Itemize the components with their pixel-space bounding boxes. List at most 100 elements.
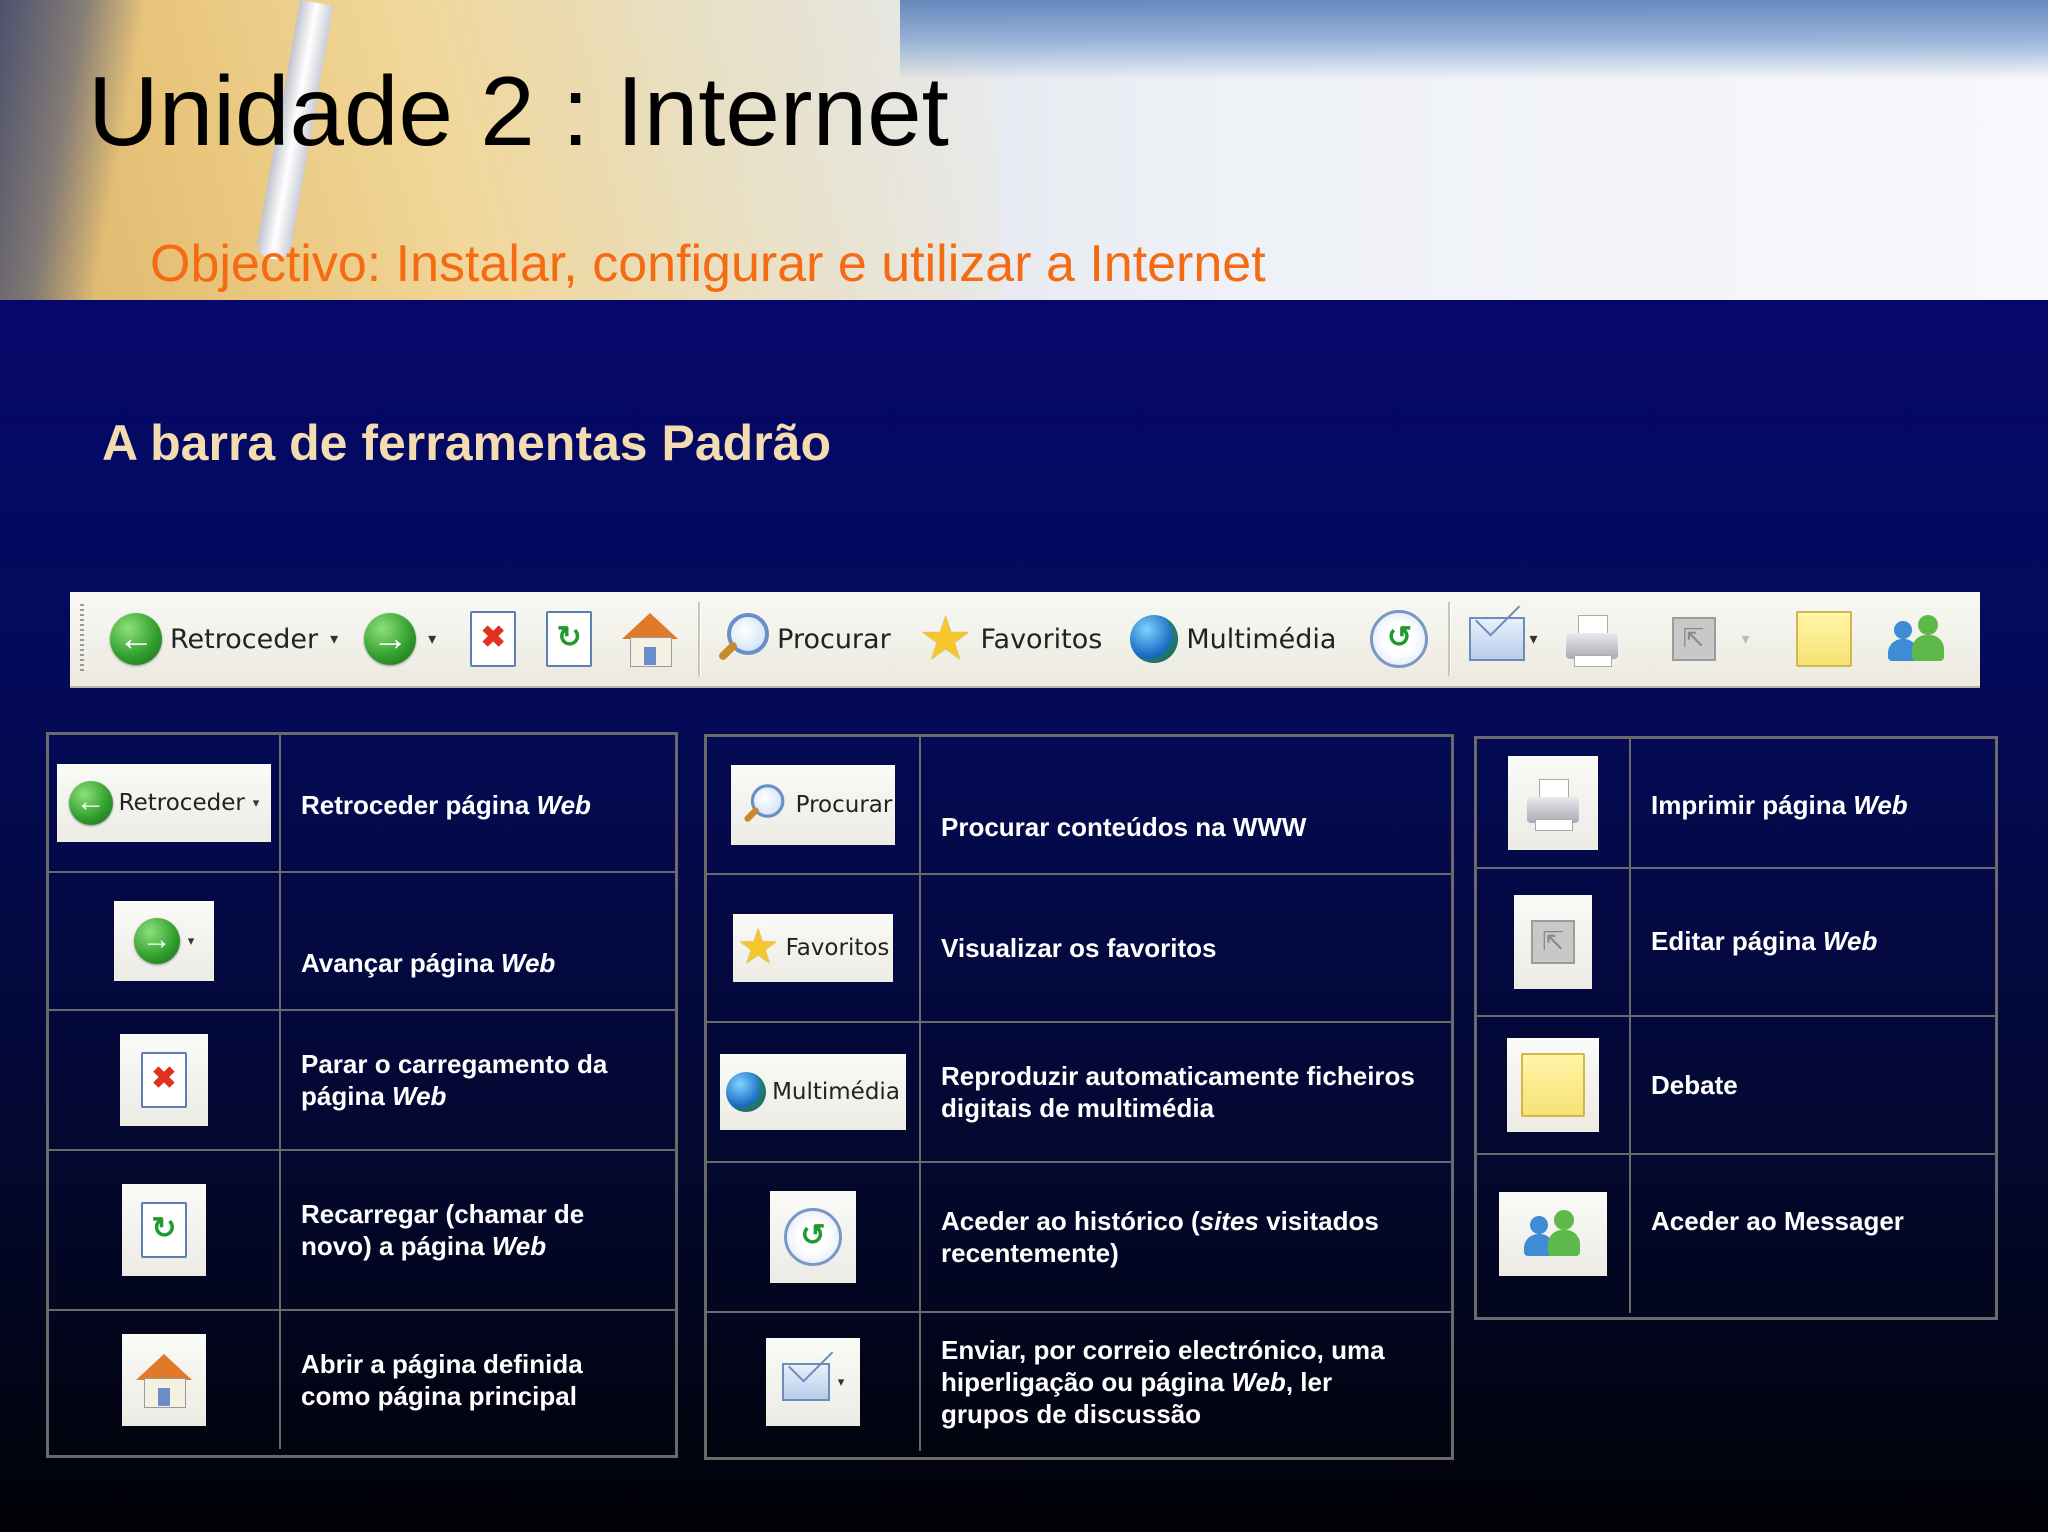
description-cell: Imprimir página Web — [1651, 790, 1908, 820]
back-button-image: ← Retroceder ▾ — [57, 764, 271, 842]
description-cell: Reproduzir automaticamente ficheiros dig… — [941, 1061, 1415, 1123]
chevron-down-icon[interactable]: ▾ — [1529, 629, 1537, 649]
slide-title: Unidade 2 : Internet — [88, 56, 949, 166]
table-tool-buttons: Procurar Procurar conteúdos na WWW ★ Fav… — [704, 734, 1454, 1460]
chevron-down-icon[interactable]: ▾ — [1742, 629, 1750, 649]
toolbar-favorites-label: Favoritos — [980, 623, 1103, 655]
table-row: Aceder ao Messager — [1477, 1155, 1995, 1313]
history-icon: ↺ — [1370, 610, 1429, 668]
icon-cell: Procurar — [707, 737, 921, 873]
icon-cell — [49, 1311, 281, 1449]
chevron-down-icon: ▾ — [187, 933, 195, 948]
table-row: ★ Favoritos Visualizar os favoritos — [707, 875, 1451, 1023]
search-button-label: Procurar — [795, 792, 893, 818]
forward-arrow-icon: → — [133, 918, 180, 964]
table-row: ← Retroceder ▾ Retroceder página Web — [49, 735, 675, 873]
description-cell: Aceder ao Messager — [1651, 1206, 1904, 1236]
table-navigation-buttons: ← Retroceder ▾ Retroceder página Web → ▾… — [46, 732, 678, 1458]
icon-cell: ⇱ — [1477, 869, 1631, 1015]
edit-icon: ⇱ — [1671, 617, 1716, 661]
toolbar-back-button[interactable]: ← Retroceder ▾ — [110, 599, 338, 679]
description-cell: Abrir a página definida como página prin… — [301, 1349, 583, 1411]
toolbar-separator — [1448, 602, 1452, 676]
description-cell: Procurar conteúdos na WWW — [941, 812, 1307, 842]
toolbar-messenger-button[interactable] — [1887, 599, 1946, 679]
table-row: ✖ Parar o carregamento da página Web — [49, 1011, 675, 1151]
toolbar-back-label: Retroceder — [170, 623, 319, 655]
table-row: Imprimir página Web — [1477, 739, 1995, 869]
refresh-icon: ↻ — [546, 611, 593, 667]
forward-arrow-icon: → — [364, 613, 417, 665]
table-row: Procurar Procurar conteúdos na WWW — [707, 737, 1451, 875]
chevron-down-icon[interactable]: ▾ — [330, 629, 338, 649]
table-extra-buttons: Imprimir página Web ⇱ Editar página Web … — [1474, 736, 1998, 1320]
toolbar-favorites-button[interactable]: ★ Favoritos — [919, 599, 1103, 679]
table-row: Multimédia Reproduzir automaticamente fi… — [707, 1023, 1451, 1163]
home-icon — [136, 1352, 192, 1408]
mail-button-image: ▾ — [766, 1338, 860, 1426]
icon-cell — [1477, 1155, 1631, 1313]
table-row: → ▾ Avançar página Web — [49, 873, 675, 1011]
table-row: ⇱ Editar página Web — [1477, 869, 1995, 1017]
icon-cell: ↻ — [49, 1151, 281, 1309]
toolbar-media-label: Multimédia — [1186, 623, 1337, 655]
toolbar-search-button[interactable]: Procurar — [713, 599, 891, 679]
search-icon — [739, 783, 785, 828]
table-row: ▾ Enviar, por correio electrónico, uma h… — [707, 1313, 1451, 1451]
toolbar-separator — [698, 602, 702, 676]
description-cell: Avançar página Web — [301, 948, 556, 978]
note-icon — [1521, 1053, 1585, 1117]
printer-icon — [1564, 611, 1620, 667]
toolbar-discuss-button[interactable] — [1795, 599, 1852, 679]
refresh-button-image: ↻ — [122, 1184, 206, 1276]
globe-icon — [726, 1072, 767, 1112]
chevron-down-icon[interactable]: ▾ — [428, 629, 436, 649]
icon-cell: → ▾ — [49, 873, 281, 1009]
description-cell: Editar página Web — [1651, 926, 1878, 956]
messenger-icon — [1524, 1208, 1582, 1260]
toolbar-edit-button[interactable]: ⇱ ▾ — [1671, 599, 1750, 679]
star-icon: ★ — [918, 605, 973, 672]
favorites-button-image: ★ Favoritos — [733, 914, 893, 982]
description-cell: Recarregar (chamar de novo) a página Web — [301, 1199, 585, 1261]
icon-cell — [1477, 1017, 1631, 1153]
media-button-image: Multimédia — [720, 1054, 906, 1130]
forward-button-image: → ▾ — [114, 901, 214, 981]
icon-cell: ✖ — [49, 1011, 281, 1149]
table-row: Abrir a página definida como página prin… — [49, 1311, 675, 1449]
toolbar-grip — [80, 604, 84, 674]
toolbar-refresh-button[interactable]: ↻ — [546, 599, 593, 679]
back-arrow-icon: ← — [68, 781, 113, 825]
edit-button-image: ⇱ — [1514, 895, 1592, 989]
toolbar-home-button[interactable] — [622, 599, 679, 679]
toolbar-history-button[interactable]: ↺ — [1370, 599, 1429, 679]
home-icon — [622, 611, 679, 667]
favorites-button-label: Favoritos — [785, 935, 890, 961]
toolbar-print-button[interactable] — [1564, 599, 1620, 679]
toolbar-mail-button[interactable]: ▾ — [1469, 599, 1538, 679]
slide-header: Unidade 2 : Internet Objectivo: Instalar… — [0, 0, 2048, 300]
mail-icon — [1469, 617, 1526, 661]
refresh-icon: ↻ — [141, 1202, 187, 1258]
stop-icon: ✖ — [470, 611, 517, 667]
chevron-down-icon: ▾ — [837, 1374, 845, 1389]
history-icon: ↺ — [784, 1208, 842, 1266]
description-cell: Parar o carregamento da página Web — [301, 1049, 608, 1111]
icon-cell: Multimédia — [707, 1023, 921, 1161]
media-button-label: Multimédia — [772, 1079, 900, 1105]
toolbar-search-label: Procurar — [777, 623, 891, 655]
toolbar-media-button[interactable]: Multimédia — [1130, 599, 1336, 679]
description-cell: Debate — [1651, 1070, 1738, 1100]
edit-icon: ⇱ — [1531, 920, 1575, 964]
note-icon — [1795, 611, 1852, 667]
slide-subtitle: Objectivo: Instalar, configurar e utiliz… — [150, 235, 1266, 293]
print-button-image — [1508, 756, 1598, 850]
search-button-image: Procurar — [731, 765, 895, 845]
table-row: ↺ Aceder ao histórico (sites visitados r… — [707, 1163, 1451, 1313]
toolbar-stop-button[interactable]: ✖ — [470, 599, 517, 679]
stop-button-image: ✖ — [120, 1034, 208, 1126]
icon-cell: ↺ — [707, 1163, 921, 1311]
toolbar-forward-button[interactable]: → ▾ — [364, 599, 436, 679]
back-arrow-icon: ← — [110, 613, 162, 665]
search-icon — [713, 611, 770, 667]
